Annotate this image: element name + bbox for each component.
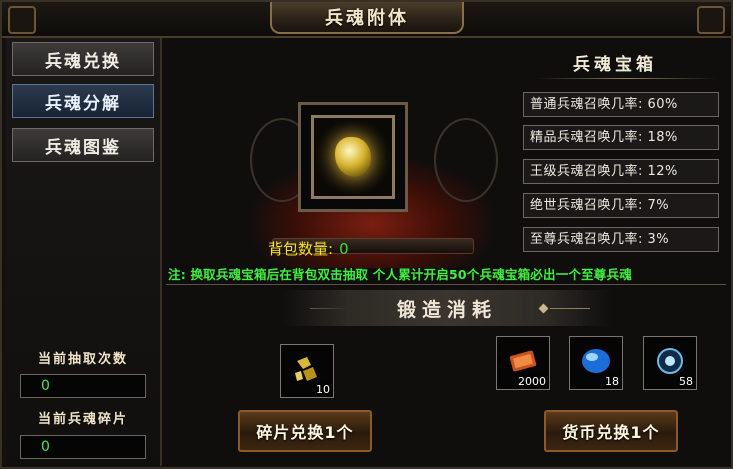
- currency-exchange-button[interactable]: 货币兑换1个: [544, 410, 678, 452]
- scroll-icon: [509, 350, 537, 372]
- sidebar-item-decompose[interactable]: 兵魂分解: [12, 84, 154, 118]
- rate-row-fine: 精品兵魂召唤几率: 18%: [523, 125, 719, 150]
- soul-box-icon: [335, 137, 371, 177]
- box-title: 兵魂宝箱: [573, 55, 657, 75]
- soul-attach-window: 兵魂附体 兵魂兑换 兵魂分解 兵魂图鉴 当前抽取次数 0 当前兵魂碎片 0 背包…: [0, 0, 733, 469]
- title-plate: 兵魂附体: [270, 2, 464, 34]
- rate-row-normal: 普通兵魂召唤几率: 60%: [523, 92, 719, 117]
- window-title: 兵魂附体: [325, 8, 409, 29]
- divider: [537, 78, 717, 79]
- currency-cost-slot[interactable]: 58: [643, 336, 697, 390]
- fragment-cost-qty: 10: [316, 383, 330, 396]
- fragment-cost-slot[interactable]: 10: [280, 344, 334, 398]
- fragment-count-label: 当前兵魂碎片: [37, 412, 128, 427]
- bag-count: 背包数量: 0: [268, 238, 349, 259]
- gold-fragment-icon: [295, 357, 317, 381]
- bag-count-value: 0: [339, 240, 349, 258]
- crystal-orb-icon: [657, 348, 683, 374]
- dragon-ornament-icon: [434, 118, 498, 202]
- sidebar-item-label: 兵魂图鉴: [45, 137, 121, 158]
- sidebar-item-label: 兵魂兑换: [45, 51, 121, 72]
- forge-title: 锻造消耗: [396, 298, 497, 321]
- rate-row-peerless: 绝世兵魂召唤几率: 7%: [523, 193, 719, 218]
- currency-cost-qty: 18: [605, 375, 619, 388]
- main-panel: 背包数量: 0 注: 换取兵魂宝箱后在背包双击抽取 个人累计开启50个兵魂宝箱必出…: [162, 38, 731, 466]
- sidebar-item-catalog[interactable]: 兵魂图鉴: [12, 128, 154, 162]
- soul-box-slot: [311, 115, 395, 199]
- title-bar: 兵魂附体: [2, 2, 731, 38]
- divider: [550, 308, 590, 309]
- draw-count-value: 0: [20, 374, 146, 398]
- bag-count-label: 背包数量:: [268, 240, 334, 258]
- currency-cost-slot[interactable]: 18: [569, 336, 623, 390]
- sidebar-item-exchange[interactable]: 兵魂兑换: [12, 42, 154, 76]
- soul-box-frame[interactable]: [298, 102, 408, 212]
- sidebar: 兵魂兑换 兵魂分解 兵魂图鉴 当前抽取次数 0 当前兵魂碎片 0: [6, 38, 162, 466]
- rate-row-supreme: 至尊兵魂召唤几率: 3%: [523, 227, 719, 252]
- corner-ornament-icon: [8, 6, 36, 34]
- currency-cost-slot[interactable]: 2000: [496, 336, 550, 390]
- rate-row-king: 王级兵魂召唤几率: 12%: [523, 159, 719, 184]
- draw-count-label: 当前抽取次数: [37, 352, 128, 367]
- fragment-count-value: 0: [20, 435, 146, 459]
- sidebar-item-label: 兵魂分解: [45, 93, 121, 114]
- fragment-exchange-button[interactable]: 碎片兑换1个: [238, 410, 372, 452]
- currency-cost-qty: 2000: [518, 375, 546, 388]
- blue-gem-icon: [582, 349, 610, 373]
- notice-text: 注: 换取兵魂宝箱后在背包双击抽取 个人累计开启50个兵魂宝箱必出一个至尊兵魂: [168, 267, 632, 282]
- corner-ornament-icon: [697, 6, 725, 34]
- divider: [166, 284, 726, 285]
- currency-cost-qty: 58: [679, 375, 693, 388]
